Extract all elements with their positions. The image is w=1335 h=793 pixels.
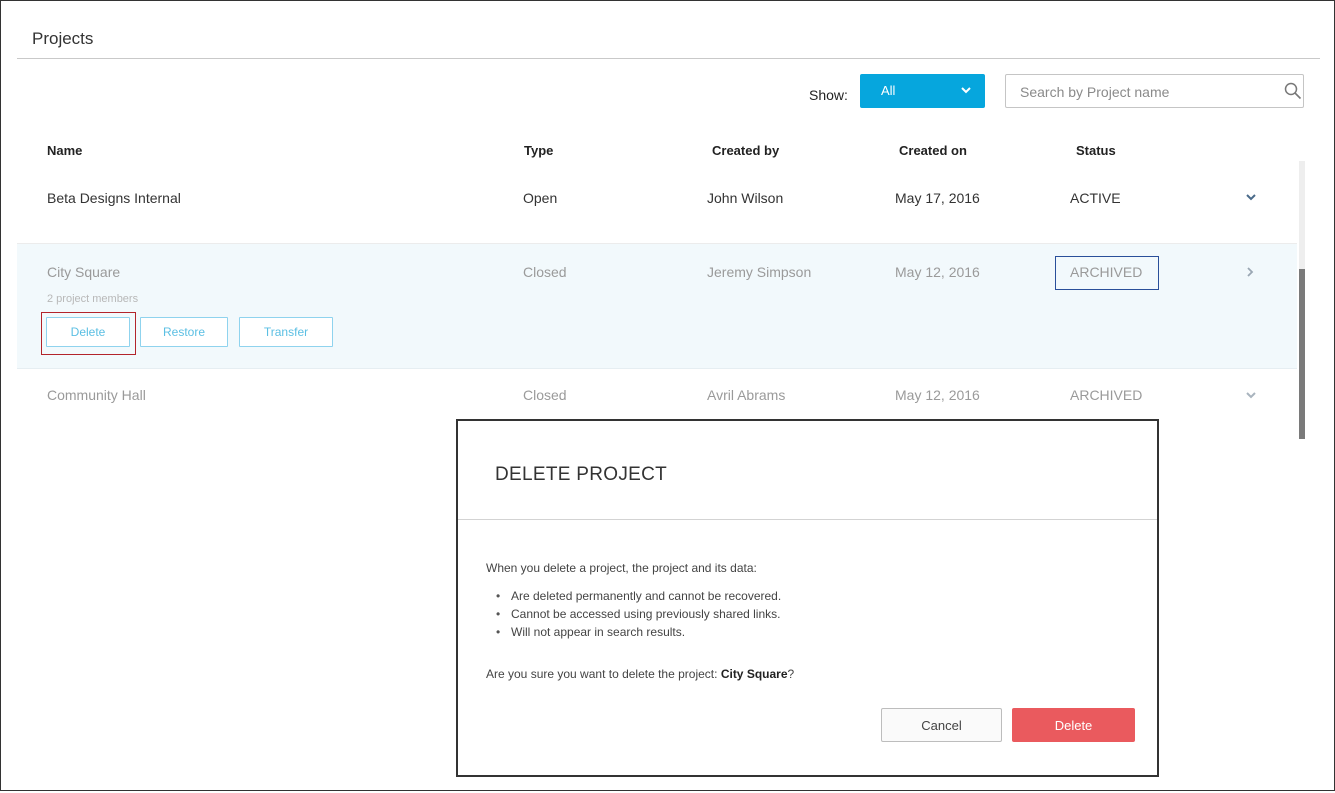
project-created-by: John Wilson (707, 190, 784, 206)
dialog-intro-text: When you delete a project, the project a… (486, 561, 757, 575)
list-item: Are deleted permanently and cannot be re… (486, 587, 781, 605)
cancel-button[interactable]: Cancel (881, 708, 1002, 742)
dialog-confirm-text: Are you sure you want to delete the proj… (486, 667, 794, 681)
confirm-suffix: ? (787, 667, 795, 681)
confirm-prefix: Are you sure you want to delete the proj… (486, 667, 721, 681)
search-box (1005, 74, 1304, 108)
delete-highlight-box (41, 312, 136, 355)
show-filter-dropdown[interactable]: All (860, 74, 985, 108)
delete-project-dialog: DELETE PROJECT When you delete a project… (456, 419, 1159, 777)
title-divider (17, 58, 1320, 59)
project-name: Community Hall (47, 387, 146, 403)
dialog-title: DELETE PROJECT (495, 464, 668, 485)
column-header-name[interactable]: Name (47, 143, 82, 158)
chevron-right-icon[interactable] (1244, 266, 1256, 278)
status-highlight-box (1055, 256, 1159, 290)
confirm-delete-button[interactable]: Delete (1012, 708, 1135, 742)
show-filter-value: All (881, 83, 896, 98)
project-type: Closed (523, 387, 567, 403)
project-created-by: Avril Abrams (707, 387, 786, 403)
project-members-count: 2 project members (47, 293, 139, 305)
column-header-type[interactable]: Type (524, 143, 553, 158)
column-header-created-on[interactable]: Created on (899, 143, 967, 158)
project-created-on: May 17, 2016 (895, 190, 980, 206)
table-row-expanded[interactable]: City Square 2 project members Closed Jer… (17, 244, 1297, 369)
project-name: City Square (47, 264, 121, 280)
confirm-project-name: City Square (720, 667, 788, 681)
projects-panel: Projects Show: All Name Type Created by … (0, 0, 1335, 451)
project-created-by: Jeremy Simpson (707, 264, 812, 280)
page-title: Projects (32, 29, 94, 48)
scrollbar-thumb[interactable] (1299, 269, 1305, 439)
restore-project-button[interactable]: Restore (140, 317, 228, 347)
project-status: ACTIVE (1070, 190, 1121, 206)
dialog-consequence-list: Are deleted permanently and cannot be re… (486, 587, 781, 641)
search-input[interactable] (1018, 81, 1272, 103)
project-created-on: May 12, 2016 (895, 264, 980, 280)
table-row[interactable]: Beta Designs Internal Open John Wilson M… (17, 171, 1297, 244)
chevron-down-icon[interactable] (1245, 191, 1257, 203)
project-type: Open (523, 190, 558, 206)
project-name: Beta Designs Internal (47, 190, 181, 206)
project-type: Closed (523, 264, 567, 280)
transfer-project-button[interactable]: Transfer (239, 317, 333, 347)
project-created-on: May 12, 2016 (895, 387, 980, 403)
list-item: Cannot be accessed using previously shar… (486, 605, 781, 623)
dialog-divider (458, 519, 1157, 520)
project-status: ARCHIVED (1070, 387, 1143, 403)
chevron-down-icon (961, 87, 971, 94)
list-item: Will not appear in search results. (486, 623, 781, 641)
column-header-created-by[interactable]: Created by (712, 143, 779, 158)
show-filter-label: Show: (809, 87, 848, 103)
chevron-down-icon[interactable] (1245, 389, 1257, 401)
column-header-status[interactable]: Status (1076, 143, 1116, 158)
search-icon[interactable] (1284, 82, 1302, 100)
